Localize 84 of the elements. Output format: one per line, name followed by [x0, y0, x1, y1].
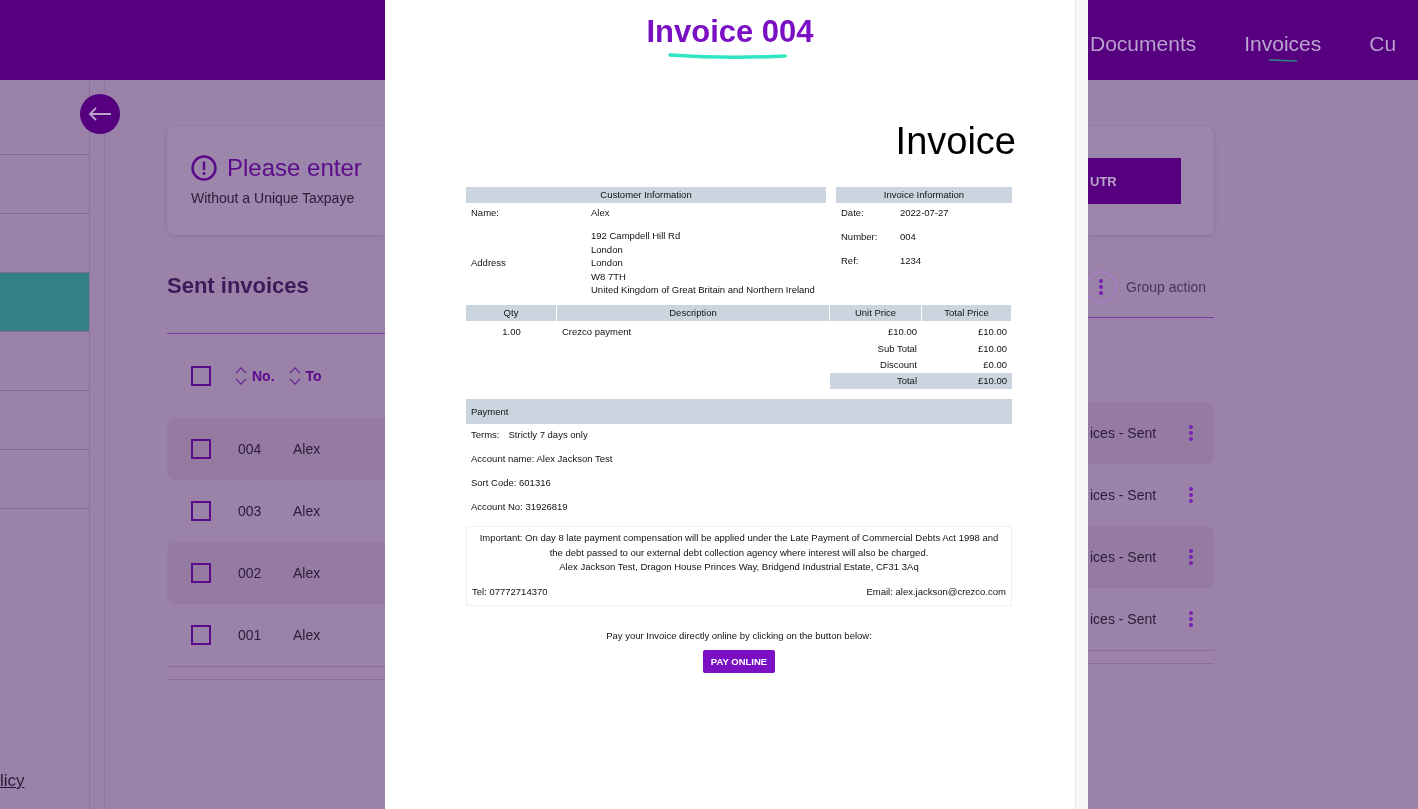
- total-value: £0.00: [982, 358, 1008, 373]
- phone-text: Tel: 07772714370: [472, 584, 548, 599]
- field-value: London: [591, 243, 624, 255]
- status-text: ices - Sent: [1090, 611, 1157, 627]
- field-value: 192 Campdell Hill Rd: [591, 230, 682, 241]
- total-label: Discount: [879, 358, 918, 373]
- recipient-name: Alex: [293, 503, 321, 519]
- field-label: Date:: [841, 207, 865, 218]
- invoice-number: 002: [238, 565, 263, 581]
- nav-tab[interactable]: Cu: [1369, 24, 1397, 62]
- section-header: Payment: [466, 399, 1012, 425]
- table-cell-text: Crezco payment: [561, 325, 633, 337]
- table-cell-text: £10.00: [976, 325, 1008, 337]
- nav-tab[interactable]: Documents: [1090, 24, 1197, 62]
- policy-link[interactable]: licy: [0, 771, 89, 791]
- total-label: Sub Total: [876, 342, 918, 357]
- email-text: Email: alex.jackson@crezco.com: [866, 584, 1006, 599]
- pay-prompt: Pay your Invoice directly online by clicking on the button below:: [605, 630, 873, 642]
- enter-utr-button[interactable]: UTR: [1088, 158, 1181, 204]
- recipient-name: Alex: [293, 441, 321, 457]
- arrow-left-icon: [88, 107, 112, 121]
- invoice-number: 004: [238, 441, 263, 457]
- field-value: 1234: [900, 255, 923, 266]
- invoice-number: 001: [238, 627, 263, 643]
- alert-title: Please enter: [227, 154, 362, 182]
- recipient-name: Alex: [293, 627, 321, 643]
- field-value: 2022-07-27: [900, 207, 950, 218]
- field-value: London: [591, 257, 624, 269]
- recipient-name: Alex: [293, 565, 321, 581]
- document-heading: Invoice: [894, 120, 1016, 163]
- row-checkbox[interactable]: [191, 439, 211, 459]
- more-icon[interactable]: [1188, 610, 1194, 628]
- back-button[interactable]: [80, 94, 120, 134]
- group-action-button[interactable]: [1088, 271, 1117, 303]
- total-label: Total: [830, 373, 922, 390]
- column-header: Unit Price: [830, 305, 922, 322]
- notice-text: Important: On day 8 late payment compensation will be applied under the Late Payment of Commercial Debts Act 1998 and the debt passed to our external debt collection agency where interest will also be charged.: [478, 531, 1000, 560]
- total-value: £10.00: [922, 373, 1012, 390]
- field-label: Terms:: [471, 428, 500, 443]
- payment-detail: Account No: 31926819: [471, 500, 568, 515]
- pay-online-button[interactable]: PAY ONLINE: [702, 650, 776, 674]
- field-label: Address: [471, 257, 507, 269]
- company-address: Alex Jackson Test, Dragon House Princes Way, Bridgend Industrial Estate, CF31 3Aq: [558, 560, 920, 575]
- total-value: £10.00: [976, 342, 1008, 357]
- payment-detail: Account name: Alex Jackson Test: [471, 452, 613, 467]
- more-icon[interactable]: [1188, 486, 1194, 504]
- field-value: W8 7TH: [591, 270, 627, 282]
- table-header: Customer Information: [466, 187, 826, 203]
- sidebar-item[interactable]: [0, 154, 89, 214]
- payment-detail: Sort Code: 601316: [471, 476, 551, 491]
- more-icon[interactable]: [1188, 548, 1194, 566]
- status-text: ices - Sent: [1090, 425, 1157, 441]
- group-action-label: Group action: [1126, 279, 1207, 295]
- alert-icon: [191, 155, 217, 181]
- sort-icon[interactable]: [235, 366, 247, 386]
- invoice-number: 003: [238, 503, 263, 519]
- status-text: ices - Sent: [1090, 549, 1157, 565]
- column-header: Total Price: [922, 305, 1012, 322]
- row-checkbox[interactable]: [191, 563, 211, 583]
- field-value: Alex: [591, 207, 611, 218]
- field-label: Number:: [841, 231, 879, 242]
- more-icon[interactable]: [1188, 424, 1194, 442]
- select-all-checkbox[interactable]: [191, 366, 211, 386]
- field-label: Name:: [471, 207, 500, 218]
- nav-tab[interactable]: Invoices: [1244, 24, 1322, 62]
- column-header: Description: [557, 305, 830, 322]
- column-header: Qty: [466, 305, 557, 322]
- table-header: Invoice Information: [836, 187, 1012, 203]
- table-cell-text: 1.00: [501, 325, 522, 337]
- field-value: 004: [900, 231, 917, 242]
- field-label: Ref:: [841, 255, 860, 266]
- alert-text: Without a Unique Taxpaye: [191, 190, 356, 206]
- section-title: Sent invoices: [167, 273, 310, 300]
- sort-icon[interactable]: [288, 366, 301, 386]
- more-icon[interactable]: [1098, 278, 1104, 296]
- row-checkbox[interactable]: [191, 501, 211, 521]
- table-cell-text: £10.00: [886, 325, 918, 337]
- field-value: Strictly 7 days only: [508, 428, 588, 443]
- status-text: ices - Sent: [1090, 487, 1157, 503]
- row-checkbox[interactable]: [191, 625, 211, 645]
- column-header[interactable]: No.: [252, 368, 275, 384]
- modal-title: Invoice 004: [646, 14, 814, 50]
- field-value: United Kingdom of Great Britain and Northern Ireland: [591, 284, 816, 296]
- column-header[interactable]: To: [305, 368, 322, 384]
